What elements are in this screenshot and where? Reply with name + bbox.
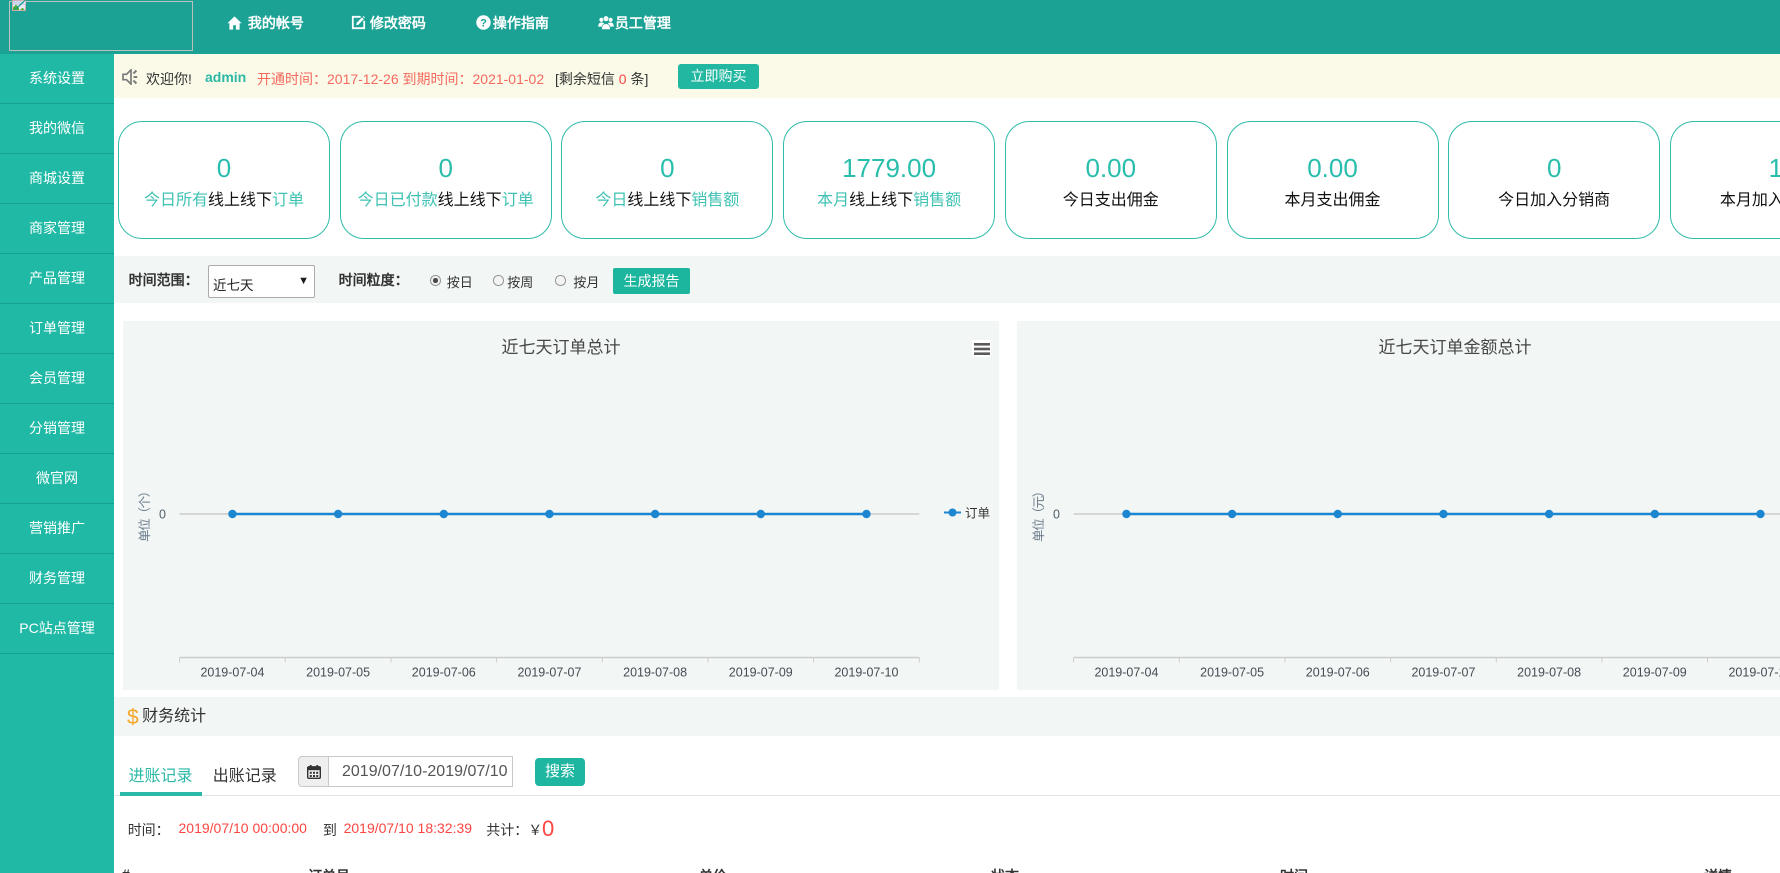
svg-text:2019-07-07: 2019-07-07 [1411, 666, 1475, 680]
svg-text:2019-07-06: 2019-07-06 [411, 666, 475, 680]
svg-text:2019-07-10: 2019-07-10 [1728, 666, 1780, 680]
svg-text:0: 0 [1053, 508, 1060, 522]
svg-text:2019-07-08: 2019-07-08 [623, 666, 687, 680]
svg-text:2019-07-09: 2019-07-09 [728, 666, 792, 680]
svg-text:单位（元）: 单位（元） [1031, 486, 1046, 542]
svg-text:单位（个）: 单位（个） [137, 486, 152, 542]
svg-text:0: 0 [159, 508, 166, 522]
svg-text:2019-07-10: 2019-07-10 [834, 666, 898, 680]
svg-text:2019-07-09: 2019-07-09 [1623, 666, 1687, 680]
svg-text:订单: 订单 [965, 507, 990, 521]
svg-text:近七天订单金额总计: 近七天订单金额总计 [1378, 338, 1531, 357]
svg-text:2019-07-06: 2019-07-06 [1306, 666, 1370, 680]
svg-text:近七天订单总计: 近七天订单总计 [501, 338, 620, 357]
svg-text:2019-07-08: 2019-07-08 [1517, 666, 1581, 680]
svg-text:2019-07-05: 2019-07-05 [1200, 666, 1264, 680]
svg-text:?: ? [480, 18, 487, 30]
svg-text:2019-07-04: 2019-07-04 [200, 666, 264, 680]
svg-text:2019-07-04: 2019-07-04 [1094, 666, 1158, 680]
svg-text:2019-07-05: 2019-07-05 [306, 666, 370, 680]
svg-text:2019-07-07: 2019-07-07 [517, 666, 581, 680]
